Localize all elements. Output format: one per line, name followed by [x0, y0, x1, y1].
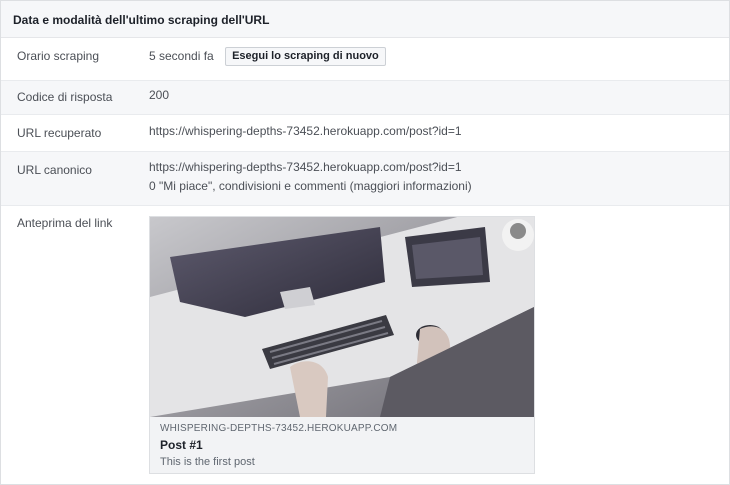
preview-title: Post #1: [160, 438, 203, 452]
link-preview-label: Anteprima del link: [17, 216, 113, 230]
fetched-url-value: https://whispering-depths-73452.herokuap…: [149, 124, 462, 138]
engagement-count: 0 "Mi piace", condivisioni e commenti (m…: [149, 179, 472, 193]
scraping-time-label: Orario scraping: [17, 49, 100, 63]
preview-domain: WHISPERING-DEPTHS-73452.HEROKUAPP.COM: [160, 423, 398, 434]
canonical-url-value-wrap: https://whispering-depths-73452.herokuap…: [149, 158, 472, 196]
row-scraping-time: Orario scraping 5 secondi fa Esegui lo s…: [1, 38, 729, 81]
panel-title: Data e modalità dell'ultimo scraping del…: [1, 1, 729, 38]
row-fetched-url: URL recuperato https://whispering-depths…: [1, 115, 729, 152]
preview-image: [150, 217, 534, 417]
url-scrape-panel: Data e modalità dell'ultimo scraping del…: [0, 0, 730, 485]
row-response-code: Codice di risposta 200: [1, 81, 729, 115]
row-canonical-url: URL canonico https://whispering-depths-7…: [1, 152, 729, 206]
rescrape-button[interactable]: Esegui lo scraping di nuovo: [225, 47, 386, 67]
canonical-url-value: https://whispering-depths-73452.herokuap…: [149, 160, 462, 174]
response-code-label: Codice di risposta: [17, 90, 113, 104]
preview-description: This is the first post: [160, 456, 255, 468]
scraping-time-value: 5 secondi fa: [149, 49, 214, 63]
canonical-url-label: URL canonico: [17, 163, 92, 177]
scraping-time-value-wrap: 5 secondi fa Esegui lo scraping di nuovo: [149, 47, 386, 67]
fetched-url-label: URL recuperato: [17, 126, 102, 140]
response-code-value: 200: [149, 88, 170, 102]
link-preview-card[interactable]: WHISPERING-DEPTHS-73452.HEROKUAPP.COM Po…: [149, 216, 535, 474]
